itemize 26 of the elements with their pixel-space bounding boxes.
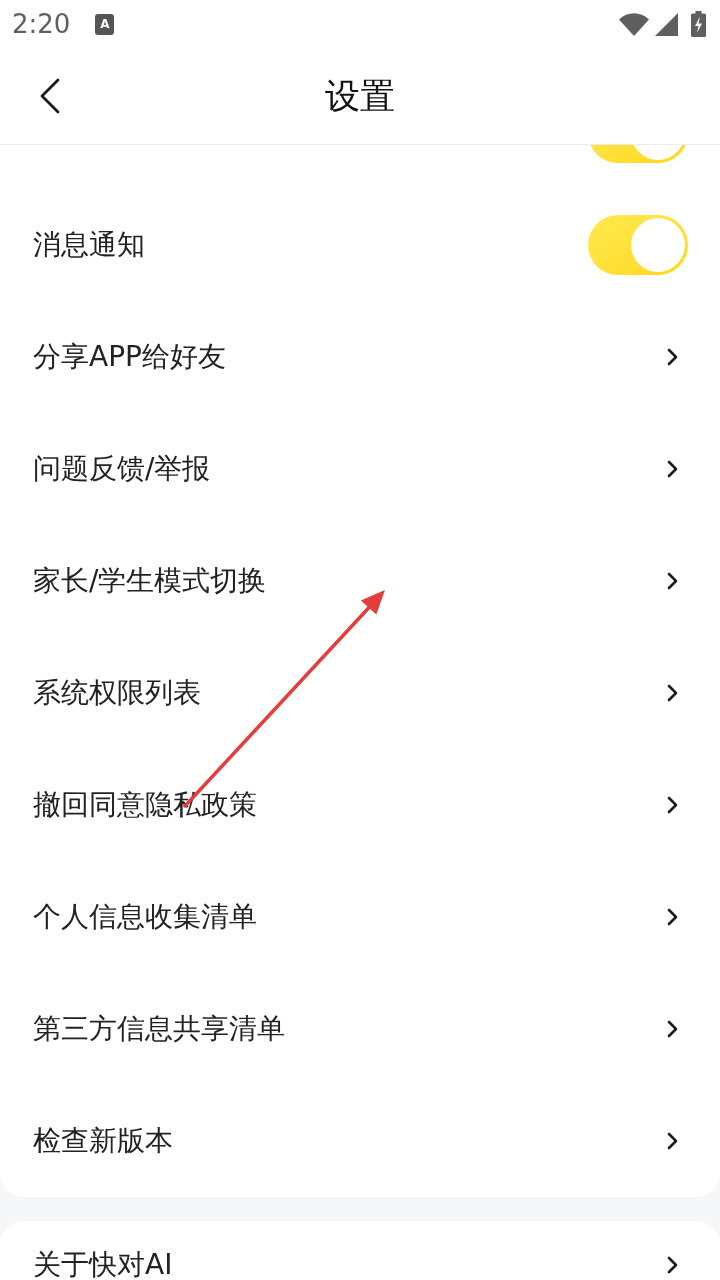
- settings-item[interactable]: 家长/学生模式切换: [0, 525, 720, 637]
- toggle-switch[interactable]: [588, 215, 688, 275]
- wifi-icon: [619, 12, 649, 36]
- settings-item[interactable]: 第三方信息共享清单: [0, 973, 720, 1085]
- battery-charging-icon: [691, 11, 706, 37]
- settings-item[interactable]: 个人信息收集清单: [0, 861, 720, 973]
- page-title: 设置: [325, 78, 395, 114]
- chevron-right-icon: [667, 460, 678, 478]
- setting-label: 消息通知: [33, 231, 145, 259]
- chevron-right-icon: [667, 1256, 678, 1274]
- back-icon: [39, 78, 61, 114]
- settings-item[interactable]: 关于快对AI: [0, 1221, 720, 1280]
- chevron-right-icon: [667, 796, 678, 814]
- settings-item[interactable]: 检查新版本: [0, 1085, 720, 1197]
- settings-item[interactable]: 系统权限列表: [0, 637, 720, 749]
- status-time: 2:20: [12, 11, 71, 37]
- chevron-right-icon: [667, 572, 678, 590]
- settings-item[interactable]: 问题反馈/举报: [0, 413, 720, 525]
- chevron-right-icon: [667, 348, 678, 366]
- signal-icon: [655, 12, 678, 36]
- chevron-right-icon: [667, 1020, 678, 1038]
- chevron-right-icon: [667, 908, 678, 926]
- settings-item[interactable]: 分享APP给好友: [0, 301, 720, 413]
- chevron-right-icon: [667, 684, 678, 702]
- chevron-right-icon: [667, 1132, 678, 1150]
- app-notification-icon: A: [95, 13, 115, 35]
